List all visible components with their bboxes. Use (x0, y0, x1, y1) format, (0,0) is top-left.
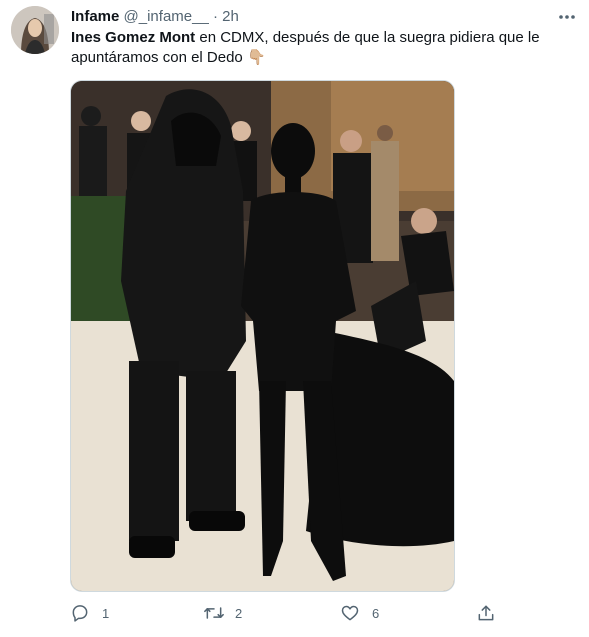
photo-image (71, 81, 454, 591)
retweet-count: 2 (235, 605, 243, 621)
tweet-photo[interactable] (70, 80, 455, 592)
avatar[interactable] (11, 6, 59, 54)
author-name[interactable]: Infame (71, 8, 119, 25)
more-dots-icon (559, 15, 575, 19)
reply-count: 1 (102, 605, 110, 621)
tweet-header: Infame @_infame__ · 2h (71, 7, 239, 27)
tweet-timestamp[interactable]: 2h (222, 8, 239, 25)
like-count: 6 (372, 605, 380, 621)
reply-icon (72, 605, 88, 622)
retweet-icon (204, 607, 224, 619)
tweet-text: Ines Gomez Mont en CDMX, después de que … (71, 28, 571, 68)
tweet-text-bold: Ines Gomez Mont (71, 29, 196, 46)
more-menu-button[interactable] (556, 7, 578, 27)
author-handle[interactable]: @_infame__ (124, 8, 209, 25)
share-button[interactable] (476, 603, 496, 623)
like-button[interactable]: 6 (340, 603, 379, 623)
reply-button[interactable]: 1 (70, 603, 109, 623)
retweet-button[interactable]: 2 (203, 603, 242, 623)
share-icon (478, 605, 494, 621)
header-separator: · (212, 8, 218, 25)
pointing-down-emoji: 👇🏼 (246, 49, 266, 66)
avatar-image (11, 6, 59, 54)
heart-icon (341, 605, 359, 621)
